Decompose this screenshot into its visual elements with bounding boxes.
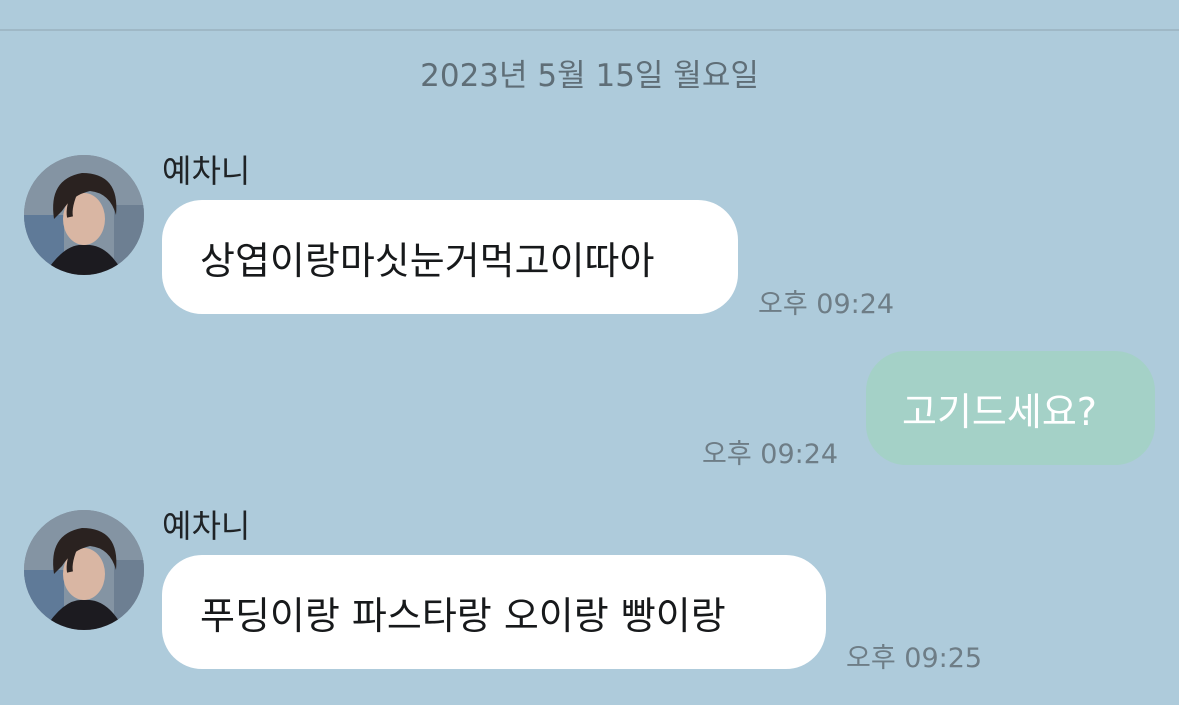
chat-screen: 2023년 5월 15일 월요일 예차니 상엽이랑마싯눈거먹고이따아 오후 09… xyxy=(0,0,1179,705)
message-timestamp: 오후 09:24 xyxy=(758,289,895,320)
date-separator: 2023년 5월 15일 월요일 xyxy=(420,58,759,94)
sender-avatar[interactable] xyxy=(24,510,144,630)
incoming-message-bubble[interactable]: 상엽이랑마싯눈거먹고이따아 xyxy=(162,200,738,314)
message-timestamp: 오후 09:24 xyxy=(702,439,839,470)
outgoing-message-bubble[interactable]: 고기드세요? xyxy=(866,351,1155,465)
message-text: 고기드세요? xyxy=(902,389,1097,434)
sender-name: 예차니 xyxy=(162,152,251,190)
message-text: 푸딩이랑 파스타랑 오이랑 빵이랑 xyxy=(200,593,726,638)
message-timestamp: 오후 09:25 xyxy=(846,643,983,674)
message-text: 상엽이랑마싯눈거먹고이따아 xyxy=(200,238,655,283)
sender-avatar[interactable] xyxy=(24,155,144,275)
sender-name: 예차니 xyxy=(162,507,251,545)
top-divider xyxy=(0,29,1179,31)
incoming-message-bubble[interactable]: 푸딩이랑 파스타랑 오이랑 빵이랑 xyxy=(162,555,826,669)
